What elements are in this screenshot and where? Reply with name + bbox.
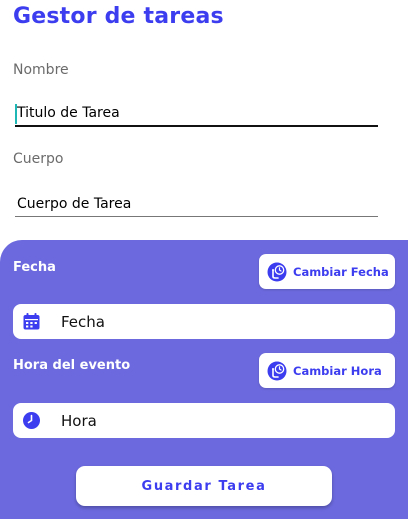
- schedule-panel: Fecha Cambiar Fecha Fecha Hora del event…: [0, 240, 408, 519]
- fecha-value: Fecha: [61, 312, 105, 331]
- cuerpo-input-value: Cuerpo de Tarea: [17, 195, 132, 212]
- task-form-screen: Gestor de tareas Nombre Titulo de Tarea …: [0, 0, 408, 519]
- cambiar-fecha-label: Cambiar Fecha: [293, 264, 389, 279]
- calendar-icon: [22, 312, 41, 331]
- nombre-input[interactable]: Titulo de Tarea: [15, 101, 378, 127]
- clock-icon: [22, 411, 41, 430]
- text-cursor: [15, 104, 17, 124]
- hora-field[interactable]: Hora: [13, 403, 395, 438]
- cambiar-hora-button[interactable]: Cambiar Hora: [259, 353, 395, 388]
- guardar-tarea-label: Guardar Tarea: [141, 478, 267, 494]
- hora-label: Hora del evento: [13, 358, 131, 373]
- cuerpo-label: Cuerpo: [13, 151, 64, 167]
- nombre-input-value: Titulo de Tarea: [17, 105, 120, 121]
- fecha-label: Fecha: [13, 260, 56, 275]
- touch-clock-icon: [267, 361, 287, 381]
- cambiar-hora-label: Cambiar Hora: [293, 363, 382, 378]
- touch-clock-icon: [267, 262, 287, 282]
- guardar-tarea-button[interactable]: Guardar Tarea: [76, 466, 332, 506]
- page-title: Gestor de tareas: [13, 4, 224, 29]
- fecha-field[interactable]: Fecha: [13, 304, 395, 339]
- hora-value: Hora: [61, 411, 97, 430]
- cuerpo-input[interactable]: Cuerpo de Tarea: [15, 191, 378, 217]
- nombre-label: Nombre: [13, 62, 69, 78]
- cambiar-fecha-button[interactable]: Cambiar Fecha: [259, 254, 395, 289]
